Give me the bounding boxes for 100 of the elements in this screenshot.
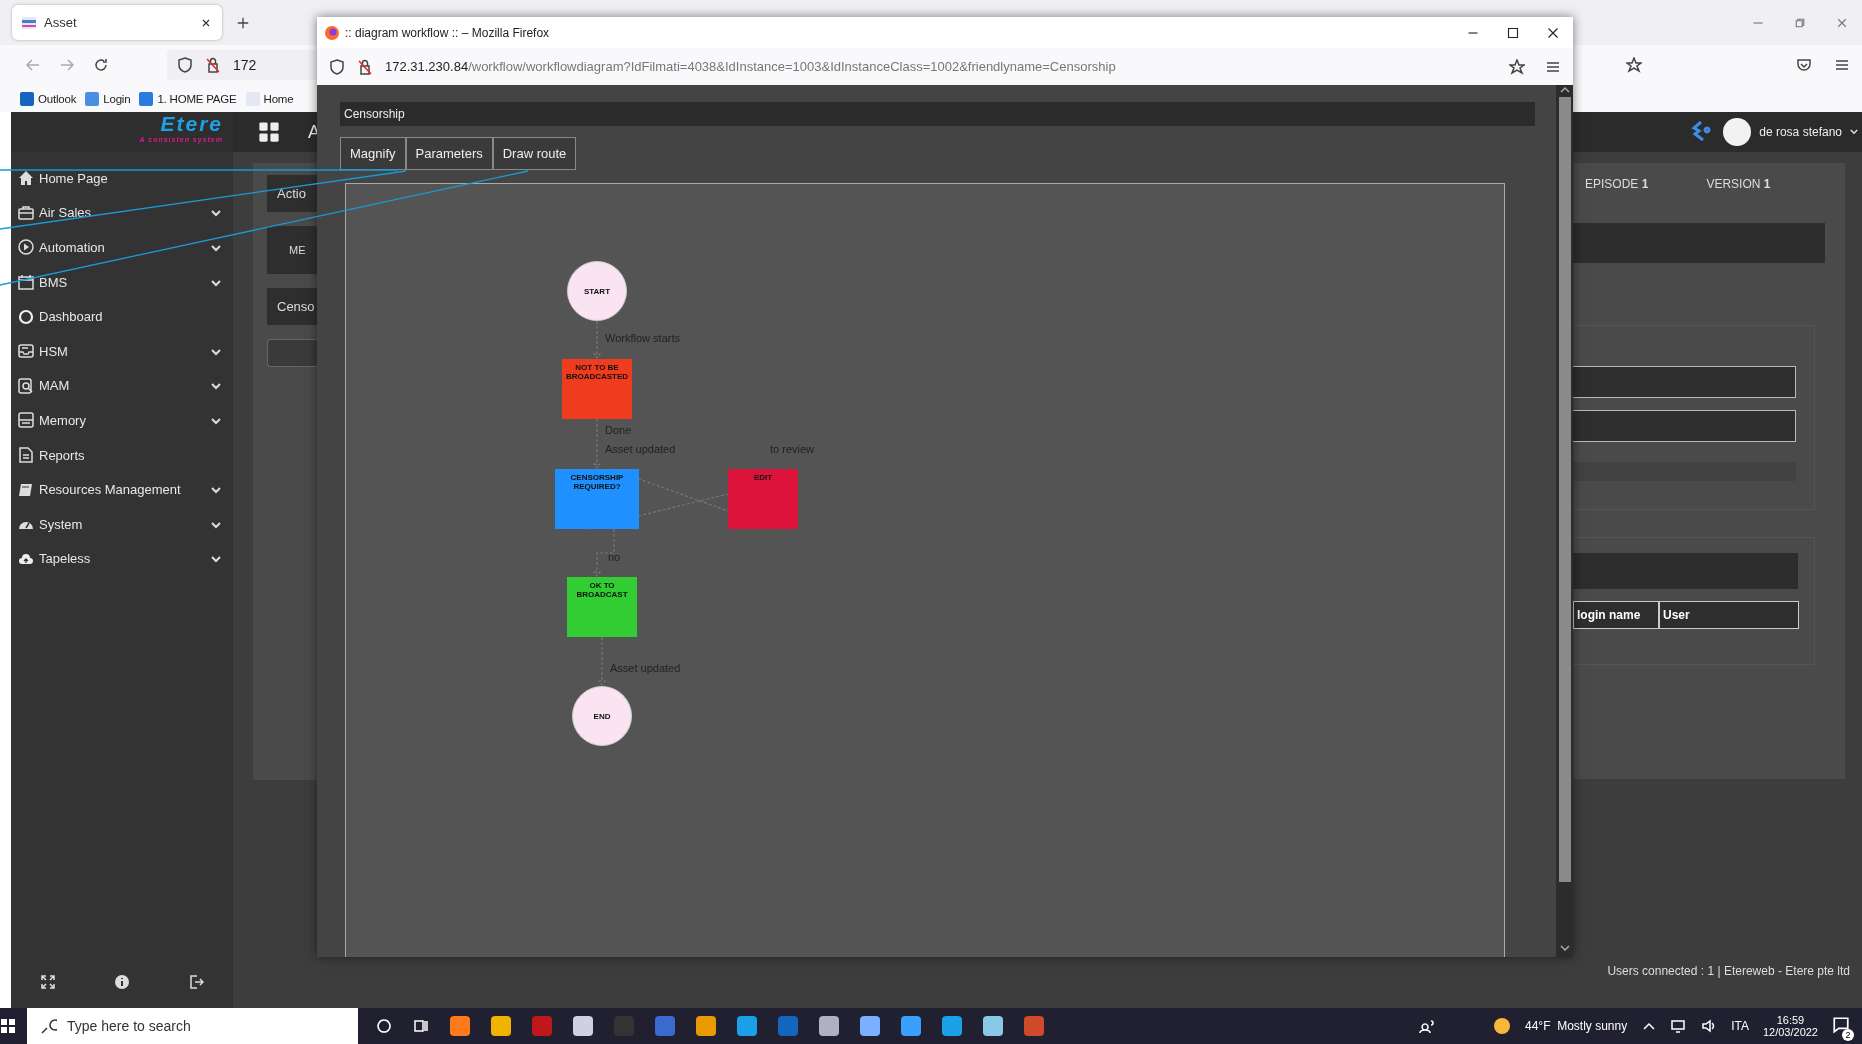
- censorship-label: Censo: [267, 288, 317, 325]
- bookmark-link[interactable]: Outlook: [20, 91, 77, 106]
- sidebar-item[interactable]: Dashboard: [11, 299, 233, 334]
- people-icon[interactable]: [1419, 1018, 1435, 1034]
- windows-start-icon[interactable]: [0, 1018, 16, 1034]
- app-icon[interactable]: [983, 1016, 1003, 1036]
- logout-icon[interactable]: [188, 974, 204, 990]
- pocket-icon[interactable]: [1796, 57, 1812, 73]
- table-cell: login name: [1573, 601, 1659, 629]
- toolbar-button[interactable]: Draw route: [492, 137, 577, 170]
- app-icon[interactable]: [1024, 1016, 1044, 1036]
- app-icon[interactable]: [901, 1016, 921, 1036]
- column-label: ME: [267, 226, 317, 274]
- sidebar-item[interactable]: Memory: [11, 403, 233, 438]
- lock-crossed-icon: [357, 58, 373, 75]
- avatar: [1723, 118, 1752, 146]
- reload-icon[interactable]: [93, 57, 109, 73]
- sidebar-item[interactable]: Reports: [11, 437, 233, 473]
- calendar-icon: [18, 274, 34, 291]
- star-icon[interactable]: [1509, 58, 1525, 75]
- input-field[interactable]: [1573, 410, 1796, 442]
- action-label: Actio: [267, 175, 317, 212]
- star-icon[interactable]: [1626, 57, 1642, 73]
- chevron-down-icon: [211, 521, 221, 529]
- restore-icon[interactable]: [1794, 16, 1806, 29]
- sidebar-item[interactable]: Air Sales: [11, 195, 233, 231]
- workflow-node: OK TO BROADCAST: [567, 577, 637, 637]
- chevron-down-icon[interactable]: [1850, 129, 1858, 135]
- language-indicator[interactable]: ITA: [1731, 1019, 1749, 1033]
- grid-icon[interactable]: [258, 121, 280, 143]
- close-icon[interactable]: [1547, 26, 1559, 39]
- chevron-down-icon: [211, 245, 221, 252]
- bookmark-link[interactable]: 1. HOME PAGE: [139, 91, 237, 106]
- chevron-down-icon: [211, 417, 221, 425]
- search-field[interactable]: Type here to search: [27, 1008, 358, 1044]
- scroll-down-icon[interactable]: [1559, 943, 1570, 953]
- connector: [593, 320, 602, 359]
- play-circle-icon: [18, 239, 34, 256]
- app-icon[interactable]: [737, 1016, 757, 1036]
- menu-icon[interactable]: [1834, 57, 1850, 73]
- input-field[interactable]: [267, 339, 317, 367]
- app-icon[interactable]: [450, 1016, 470, 1036]
- task-view-icon[interactable]: [413, 1018, 429, 1034]
- episode-label: EPISODE 1: [1585, 177, 1649, 191]
- shield-icon: [177, 57, 193, 73]
- connector: [598, 636, 607, 686]
- network-icon[interactable]: [1671, 1018, 1688, 1034]
- scroll-up-icon[interactable]: [1559, 85, 1570, 95]
- sidebar-item[interactable]: Home Page: [11, 161, 233, 196]
- chevron-down-icon: [211, 279, 221, 287]
- user-menu[interactable]: de rosa stefano: [1759, 125, 1842, 139]
- bookmark-link[interactable]: Home: [245, 91, 294, 106]
- app-icon[interactable]: [819, 1016, 839, 1036]
- toolbar-button[interactable]: Magnify: [340, 137, 406, 170]
- sidebar-item[interactable]: MAM: [11, 368, 233, 404]
- app-icon[interactable]: [860, 1016, 880, 1036]
- scrollbar[interactable]: [1556, 85, 1573, 957]
- browser-tab[interactable]: Asset: [12, 5, 222, 40]
- bookmark-icon: [20, 91, 34, 106]
- panel-heading: Censorship: [340, 102, 1535, 126]
- document-icon: [18, 447, 34, 464]
- sidebar-item[interactable]: Resources Management: [11, 472, 233, 507]
- bookmark-link[interactable]: Login: [85, 91, 131, 106]
- app-icon[interactable]: [942, 1016, 962, 1036]
- maximize-icon[interactable]: [1507, 26, 1519, 39]
- clock[interactable]: 16:59 12/03/2022: [1762, 1014, 1818, 1038]
- new-tab-icon[interactable]: [236, 15, 250, 30]
- circle-icon: [18, 308, 34, 325]
- fullscreen-icon[interactable]: [40, 974, 56, 990]
- search-document-icon: [18, 377, 34, 394]
- info-icon[interactable]: [114, 974, 130, 990]
- shield-icon: [329, 58, 345, 75]
- input-field[interactable]: [1573, 366, 1796, 398]
- sidebar-item[interactable]: Automation: [11, 230, 233, 265]
- chevron-down-icon: [211, 383, 221, 391]
- sidebar-item[interactable]: BMS: [11, 264, 233, 300]
- start-end-node: START: [567, 261, 627, 321]
- chevron-down-icon: [211, 487, 221, 495]
- workflow-node: NOT TO BE BROADCASTED: [562, 359, 632, 419]
- favicon-icon: [22, 16, 36, 29]
- home-icon: [18, 170, 34, 187]
- sun-icon: [1493, 1017, 1511, 1035]
- card-icon: [18, 412, 34, 429]
- briefcase-icon: [18, 204, 34, 221]
- app-icon[interactable]: [655, 1016, 675, 1036]
- table-cell: User: [1659, 601, 1799, 629]
- chevron-down-icon: [211, 348, 221, 356]
- notification-icon[interactable]: [1832, 1015, 1850, 1034]
- sidebar-item[interactable]: System: [11, 506, 233, 542]
- lock-crossed-icon: [205, 57, 221, 73]
- workflow-node: CENSORSHIP REQUIRED?: [555, 469, 639, 529]
- weather-text[interactable]: 44°F Mostly sunny: [1525, 1019, 1628, 1033]
- logo-text: Etere: [160, 112, 223, 136]
- toolbar-button[interactable]: Parameters: [405, 137, 493, 170]
- sidebar-item[interactable]: HSM: [11, 333, 233, 369]
- app-icon[interactable]: [696, 1016, 716, 1036]
- browser-logo-icon: [325, 25, 339, 40]
- app-icon[interactable]: [573, 1016, 593, 1036]
- sidebar-item[interactable]: Tapeless: [11, 541, 233, 577]
- app-icon[interactable]: [491, 1016, 511, 1036]
